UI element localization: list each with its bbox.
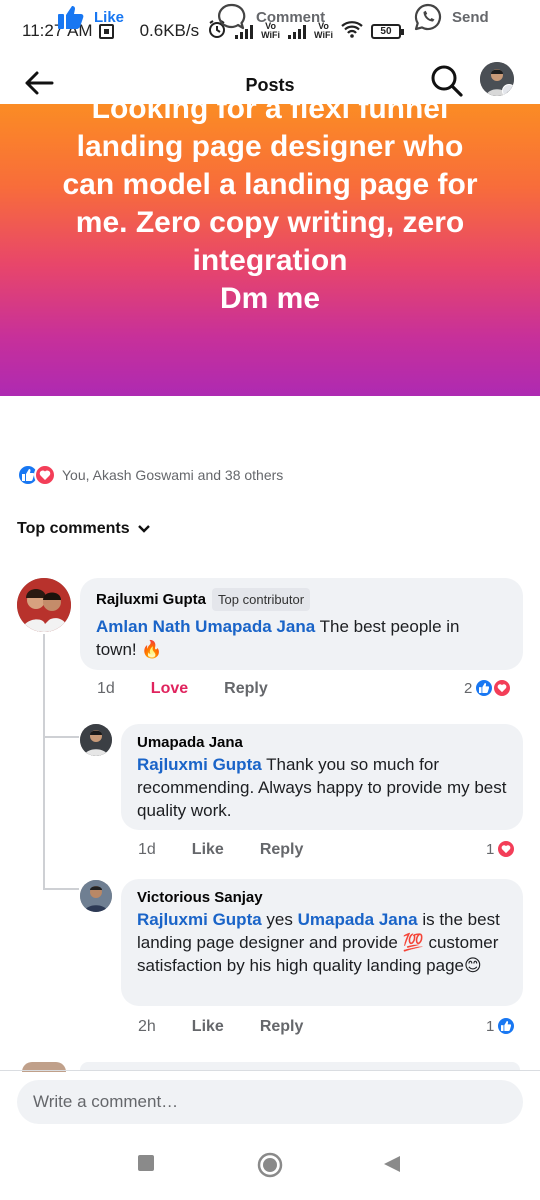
system-nav-bar	[0, 1134, 540, 1200]
comment-bubble: Rajluxmi Gupta Top contributor Amlan Nath…	[80, 578, 523, 670]
square-icon	[138, 1155, 154, 1171]
top-comments-label: Top comments	[17, 520, 130, 537]
whatsapp-icon	[414, 3, 442, 31]
like-label: Like	[94, 8, 125, 26]
comment-button[interactable]: Comment	[218, 0, 325, 34]
reply-button[interactable]: Reply	[224, 680, 268, 698]
reaction-count: 1	[486, 1017, 495, 1035]
reaction-count: 1	[486, 840, 495, 858]
thumbs-up-icon	[58, 6, 84, 29]
divider	[0, 1070, 540, 1071]
search-icon	[431, 65, 463, 97]
send-label: Send	[452, 8, 489, 26]
comment-author[interactable]: Victorious Sanjay	[137, 889, 507, 906]
thread-branch	[43, 888, 79, 890]
reply-button[interactable]: Reply	[260, 1018, 304, 1036]
avatar[interactable]	[80, 724, 112, 756]
comment-author[interactable]: Umapada Jana	[137, 734, 507, 751]
comment-author[interactable]: Rajluxmi Gupta	[96, 591, 206, 608]
home-circle-icon	[257, 1152, 283, 1178]
comment-meta: 1d Like Reply	[138, 841, 339, 859]
reaction-count: 2	[464, 679, 473, 697]
comment-text: Amlan Nath Umapada Jana The best people …	[96, 617, 460, 659]
comment-time: 1d	[97, 680, 115, 697]
mention-link[interactable]: Umapada Jana	[298, 910, 418, 929]
like-button[interactable]: Like	[192, 841, 224, 859]
comment-bubble: Umapada Jana Rajluxmi Gupta Thank you so…	[121, 724, 523, 830]
chevron-down-icon: ⌄	[502, 84, 514, 96]
avatar[interactable]	[80, 880, 112, 912]
love-reaction-button[interactable]: Love	[151, 680, 188, 698]
comment-meta: 1d Love Reply	[97, 680, 304, 698]
comment-bubble: Victorious Sanjay Rajluxmi Gupta yes Uma…	[121, 879, 523, 1006]
app-header: Posts ⌄	[0, 62, 540, 108]
thread-branch	[43, 736, 79, 738]
avatar[interactable]	[17, 578, 71, 632]
comment-time: 2h	[138, 1018, 156, 1035]
send-button[interactable]: Send	[414, 0, 489, 34]
comment-bubble	[80, 1062, 520, 1070]
mention-link[interactable]: Rajluxmi Gupta	[137, 910, 262, 929]
love-reaction-icon	[492, 678, 513, 698]
recent-apps-button[interactable]	[137, 1154, 155, 1177]
chevron-down-icon	[137, 525, 150, 533]
love-reaction-icon	[34, 464, 56, 486]
comment-bubble-icon	[218, 3, 246, 30]
search-button[interactable]	[430, 64, 464, 98]
comment-text: Rajluxmi Gupta Thank you so much for rec…	[137, 755, 507, 820]
page-title: Posts	[245, 74, 295, 95]
top-contributor-badge: Top contributor	[212, 588, 311, 611]
mention-link[interactable]: Rajluxmi Gupta	[137, 755, 262, 774]
comment-reactions[interactable]: 1	[486, 1016, 517, 1036]
back-nav-button[interactable]	[382, 1154, 402, 1179]
comment-meta: 2h Like Reply	[138, 1018, 339, 1036]
comment-time: 1d	[138, 841, 156, 858]
comment-reactions[interactable]: 1	[486, 839, 517, 859]
post-text: Looking for a flexi funnel landing page …	[62, 104, 478, 315]
network-speed: 0.6KB/s	[139, 21, 200, 40]
love-reaction-icon	[496, 839, 517, 859]
mention-link[interactable]: Amlan Nath Umapada Jana	[96, 617, 315, 636]
reply-button[interactable]: Reply	[260, 841, 304, 859]
like-reaction-icon	[496, 1016, 517, 1036]
like-button[interactable]: Like	[58, 0, 124, 34]
top-comments-filter[interactable]: Top comments	[17, 520, 150, 538]
triangle-back-icon	[384, 1156, 400, 1172]
back-button[interactable]	[22, 66, 56, 100]
wifi-icon	[341, 20, 363, 43]
like-button[interactable]: Like	[192, 1018, 224, 1036]
home-button[interactable]	[257, 1152, 283, 1183]
like-reaction-icon	[474, 678, 495, 698]
profile-avatar-button[interactable]: ⌄	[480, 62, 514, 96]
thread-line	[43, 634, 45, 888]
comment-input[interactable]	[17, 1080, 523, 1124]
reaction-summary[interactable]: You, Akash Goswami and 38 others	[17, 464, 283, 486]
comment-reactions[interactable]: 2	[464, 678, 513, 698]
reaction-summary-text: You, Akash Goswami and 38 others	[62, 467, 284, 483]
back-arrow-icon	[25, 71, 54, 95]
post-banner: Looking for a flexi funnel landing page …	[0, 104, 540, 396]
comment-text: Rajluxmi Gupta yes Umapada Jana is the b…	[137, 910, 500, 975]
comment-label: Comment	[256, 8, 326, 26]
battery-icon: 50	[370, 23, 404, 39]
